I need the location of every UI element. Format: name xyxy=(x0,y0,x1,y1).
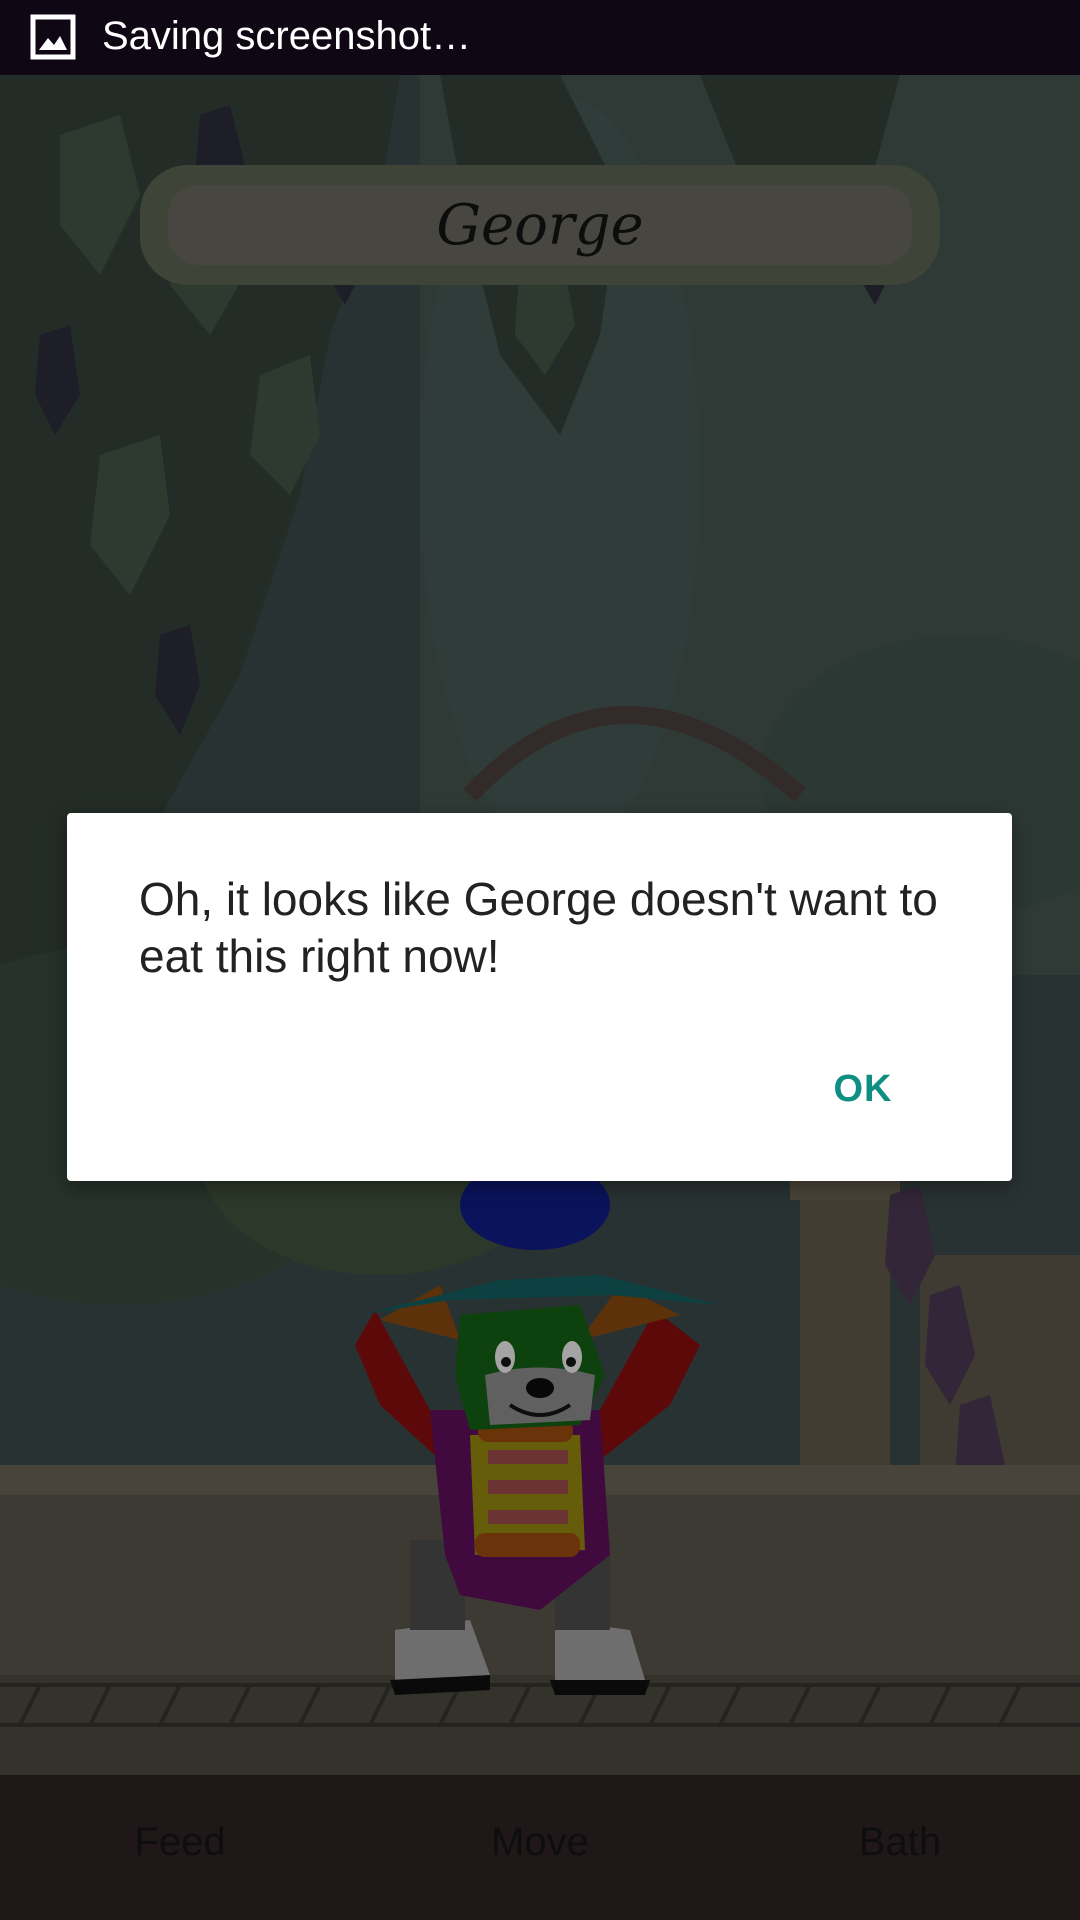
bath-button[interactable]: Bath xyxy=(720,1775,1080,1920)
status-text: Saving screenshot… xyxy=(102,14,472,58)
feed-button[interactable]: Feed xyxy=(0,1775,360,1920)
pet-name: George xyxy=(168,185,912,265)
move-button[interactable]: Move xyxy=(360,1775,720,1920)
image-icon xyxy=(30,14,76,60)
dialog-message: Oh, it looks like George doesn't want to… xyxy=(139,873,938,982)
pet-name-plate: George xyxy=(140,165,940,285)
bottom-nav: Feed Move Bath xyxy=(0,1775,1080,1920)
status-bar: Saving screenshot… xyxy=(0,0,1080,75)
alert-dialog: Oh, it looks like George doesn't want to… xyxy=(67,813,1012,1181)
ok-button[interactable]: OK xyxy=(808,1055,918,1123)
